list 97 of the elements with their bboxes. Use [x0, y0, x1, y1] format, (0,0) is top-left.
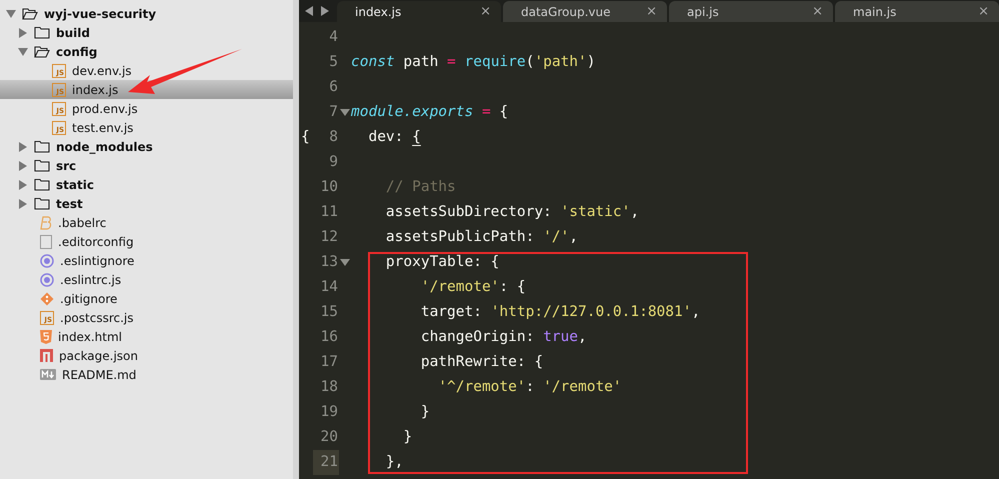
file-name: dev.env.js	[72, 62, 132, 80]
file-item[interactable]: .eslintignore	[0, 251, 294, 270]
line-number: 7	[328, 102, 339, 122]
file-item[interactable]: .editorconfig	[0, 232, 294, 251]
left-arrow-icon[interactable]	[305, 6, 313, 16]
folder-item[interactable]: src	[0, 156, 294, 175]
folder-name: static	[56, 176, 94, 194]
folder-item[interactable]: test	[0, 194, 294, 213]
folder-name: wyj-vue-security	[44, 6, 156, 22]
close-icon[interactable]: ×	[646, 2, 657, 22]
expanded-caret-icon[interactable]	[18, 48, 28, 56]
code-line: assetsPublicPath: '/',	[384, 228, 578, 247]
file-tab[interactable]: dataGroup.vue ×	[503, 1, 667, 22]
close-icon[interactable]: ×	[978, 2, 989, 22]
folder-name: src	[56, 158, 76, 174]
folder-item[interactable]: build	[0, 23, 294, 42]
line-number: 15	[320, 302, 339, 322]
code-line: target: 'http://127.0.0.1:8081',	[420, 302, 700, 322]
shield-5-icon	[40, 330, 52, 344]
file-name: .eslintrc.js	[60, 272, 122, 288]
folder-item[interactable]: node_modules	[0, 137, 294, 156]
right-arrow-icon[interactable]	[321, 6, 329, 16]
line-number: 4	[328, 28, 339, 47]
file-name: prod.env.js	[72, 100, 138, 118]
folder-icon	[34, 197, 50, 210]
markdown-icon	[40, 369, 56, 380]
code-line: }	[402, 428, 412, 447]
file-name: README.md	[62, 366, 136, 384]
line-number: 16	[320, 328, 339, 347]
line-number: 9	[328, 152, 339, 172]
line-number: 5	[328, 52, 339, 72]
folder-icon	[34, 26, 50, 39]
code-line: },	[384, 452, 404, 472]
code-line: '/remote': {	[420, 278, 526, 297]
file-item[interactable]: index.html	[0, 327, 294, 346]
file-tab[interactable]: api.js ×	[669, 1, 833, 22]
blank-file-icon	[40, 234, 52, 248]
file-name: index.html	[58, 328, 122, 346]
line-number: 10	[320, 178, 339, 197]
fold-caret-icon[interactable]	[340, 109, 350, 116]
file-item[interactable]: .babelrc	[0, 213, 294, 232]
folder-icon	[34, 178, 50, 191]
folder-item[interactable]: config	[0, 42, 294, 61]
fold-caret-icon[interactable]	[340, 259, 350, 266]
code-line: const path = require('path')	[351, 52, 596, 72]
folder-name: node_modules	[56, 138, 153, 156]
file-name: test.env.js	[72, 120, 134, 136]
folder-name: build	[56, 24, 90, 42]
expanded-caret-icon[interactable]	[6, 10, 16, 18]
code-line: pathRewrite: {	[420, 352, 544, 372]
folder-item[interactable]: wyj-vue-security	[0, 4, 294, 23]
folder-name: test	[56, 196, 83, 212]
code-line: module.exports = {	[351, 102, 508, 122]
file-name: .postcssrc.js	[60, 310, 134, 326]
square-n-icon	[40, 349, 53, 362]
file-name: package.json	[59, 348, 138, 364]
code-line: dev: {	[367, 128, 421, 147]
close-icon[interactable]: ×	[480, 2, 491, 22]
collapsed-caret-icon[interactable]	[19, 28, 27, 38]
line-number: 14	[320, 278, 339, 297]
gutter-bracket: {	[301, 128, 310, 147]
line-number: 17	[320, 352, 339, 372]
line-number: 21	[313, 450, 339, 475]
folder-item[interactable]: static	[0, 175, 294, 194]
file-name: index.js	[72, 82, 118, 98]
line-number: 12	[320, 228, 339, 247]
line-number: 11	[320, 202, 339, 222]
b-letter-icon	[40, 216, 52, 230]
file-item[interactable]: package.json	[0, 346, 294, 365]
diamond-icon	[40, 292, 54, 306]
file-name: .editorconfig	[58, 234, 134, 250]
close-icon[interactable]: ×	[812, 2, 823, 22]
open-folder-icon	[34, 45, 50, 58]
line-number: 18	[320, 378, 339, 397]
file-item[interactable]: README.md	[0, 365, 294, 384]
open-folder-icon	[22, 7, 38, 20]
code-line: proxyTable: {	[384, 252, 500, 272]
file-name: .babelrc	[58, 214, 106, 232]
code-line: // Paths	[384, 178, 456, 197]
line-number: 13	[320, 252, 339, 272]
file-item[interactable]: .gitignore	[0, 289, 294, 308]
file-name: .gitignore	[60, 290, 118, 308]
folder-icon	[34, 159, 50, 172]
code-line: changeOrigin: true,	[420, 328, 587, 347]
file-tab[interactable]: main.js ×	[835, 1, 999, 22]
folder-icon	[34, 140, 50, 153]
file-tab[interactable]: index.js ×	[337, 1, 501, 22]
file-name: .eslintignore	[60, 252, 134, 270]
folder-name: config	[56, 44, 98, 60]
line-number: 6	[328, 78, 339, 97]
line-number: 8	[328, 128, 339, 147]
line-number: 20	[320, 428, 339, 447]
file-item[interactable]: .eslintrc.js	[0, 270, 294, 289]
code-line: }	[420, 402, 430, 422]
line-number: 19	[320, 402, 339, 422]
code-line: assetsSubDirectory: 'static',	[384, 202, 640, 222]
code-line: '^/remote': '/remote'	[437, 378, 622, 397]
